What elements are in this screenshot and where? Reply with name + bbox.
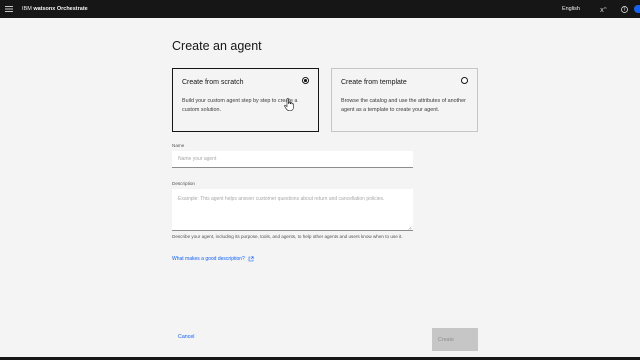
name-label: Name — [172, 143, 185, 148]
top-right-actions: English Xn ? — [562, 0, 640, 18]
svg-text:?: ? — [623, 7, 625, 12]
avatar[interactable] — [634, 5, 640, 13]
radio-selected-icon[interactable] — [302, 77, 309, 84]
top-bar: IBM watsonx Orchestrate English Xn ? — [0, 0, 640, 18]
create-from-scratch-option[interactable]: Create from scratch Build your custom ag… — [172, 68, 319, 132]
option-title: Create from template — [341, 79, 407, 86]
link-label: What makes a good description? — [172, 256, 245, 262]
description-textarea[interactable] — [172, 189, 413, 231]
description-label: Description — [172, 181, 195, 186]
hand-pointer-cursor-icon — [284, 98, 294, 111]
menu-icon[interactable] — [0, 0, 18, 18]
good-description-link[interactable]: What makes a good description? — [172, 256, 254, 262]
name-input[interactable] — [172, 151, 413, 168]
create-button[interactable]: Create — [432, 328, 478, 351]
description-helper-text: Describe your agent, including its purpo… — [172, 234, 403, 239]
brand-prefix: IBM — [22, 6, 32, 12]
language-selector[interactable]: English — [562, 6, 580, 12]
app-brand[interactable]: IBM watsonx Orchestrate — [22, 6, 88, 12]
superscript-icon[interactable]: Xn — [594, 0, 614, 18]
brand-name: watsonx Orchestrate — [33, 6, 88, 12]
page-title: Create an agent — [172, 39, 262, 53]
cancel-button[interactable]: Cancel — [178, 334, 195, 340]
svg-text:n: n — [604, 6, 606, 10]
external-link-icon — [248, 256, 254, 262]
option-title: Create from scratch — [182, 79, 244, 86]
help-icon[interactable]: ? — [614, 0, 634, 18]
option-description: Browse the catalog and use the attribute… — [341, 98, 466, 113]
create-from-template-option[interactable]: Create from template Browse the catalog … — [331, 68, 478, 132]
resize-handle-icon[interactable] — [408, 226, 412, 230]
radio-unselected-icon[interactable] — [461, 77, 468, 84]
